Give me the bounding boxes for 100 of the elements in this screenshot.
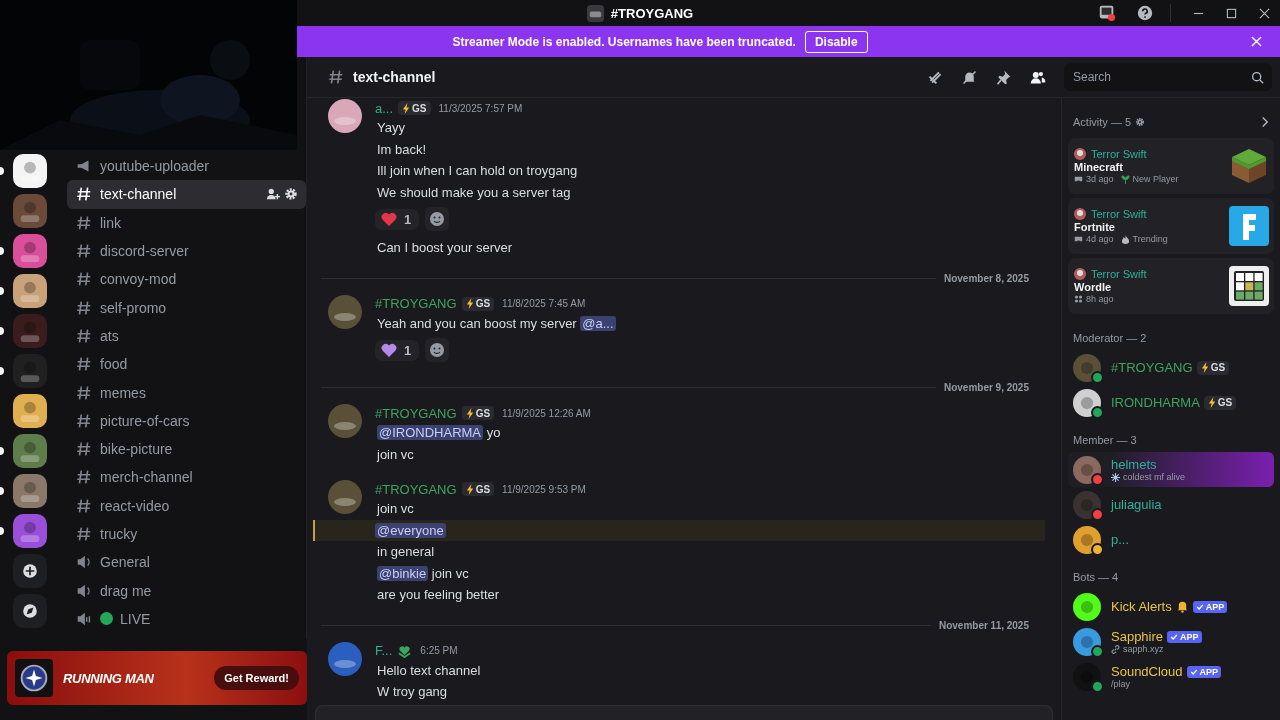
chevron-right-icon[interactable]	[1261, 116, 1269, 128]
reaction-pill[interactable]: 1	[375, 339, 420, 361]
channel-item[interactable]: react-video	[67, 491, 306, 520]
member-item[interactable]: SoundCloud APP /play	[1068, 659, 1274, 694]
invite-icon[interactable]	[266, 187, 280, 202]
author-name[interactable]: #TROYGANG	[375, 405, 457, 421]
add-reaction-icon[interactable]	[425, 207, 450, 231]
server-icon[interactable]	[13, 434, 47, 468]
user-name: Terror Swift	[1091, 268, 1147, 280]
channel-item[interactable]: bike-picture	[67, 434, 306, 464]
channel-item[interactable]: LIVE	[67, 604, 306, 634]
user-avatar	[328, 641, 362, 676]
user-avatar	[1074, 148, 1086, 160]
author-name[interactable]: a...	[375, 100, 394, 116]
server-icon[interactable]	[13, 514, 47, 548]
channel-item[interactable]: convoy-mod	[67, 265, 306, 294]
promo-title: RUNNING MAN	[63, 670, 155, 686]
user-avatar	[328, 294, 362, 329]
channel-item[interactable]: text-channel	[67, 180, 306, 209]
channel-item[interactable]: merch-channel	[67, 463, 306, 492]
reaction-count: 1	[404, 211, 412, 227]
server-icon[interactable]	[13, 474, 47, 508]
member-item[interactable]: IRONDHARMA GS	[1068, 385, 1274, 420]
add-reaction-icon[interactable]	[425, 338, 450, 362]
reaction-pill[interactable]: 1	[375, 208, 420, 230]
user-avatar	[328, 480, 362, 514]
app-tag: APP	[1192, 600, 1228, 613]
link-icon	[1111, 644, 1120, 654]
channel-item[interactable]: memes	[67, 378, 306, 407]
author-name[interactable]: F...	[375, 643, 393, 658]
activity-card[interactable]: Terror Swift Fortnite 4d ago Trending	[1068, 198, 1274, 254]
lightning-icon	[465, 407, 475, 419]
channel-item[interactable]: ats	[67, 321, 306, 351]
maximize-icon[interactable]	[1226, 7, 1237, 19]
channel-item[interactable]: youtube-uploader	[67, 152, 306, 181]
settings-icon[interactable]	[1135, 117, 1146, 127]
server-icon[interactable]	[13, 394, 47, 428]
lightning-icon	[465, 483, 475, 495]
search-field[interactable]: Search	[1064, 63, 1272, 91]
compass-icon[interactable]	[13, 594, 47, 628]
member-item[interactable]: Kick Alerts APP	[1068, 589, 1274, 624]
timestamp: 11/9/2025 9:53 PM	[502, 483, 586, 495]
message-text: are you feeling better	[377, 587, 500, 602]
channel-name: drag me	[100, 582, 153, 599]
get-reward-button[interactable]: Get Reward!	[214, 666, 299, 690]
server-icon[interactable]	[13, 234, 47, 268]
member-name: helmets	[1111, 457, 1157, 472]
inbox-icon[interactable]	[1098, 4, 1116, 22]
user-avatar	[1073, 388, 1101, 417]
close-icon[interactable]	[1259, 7, 1270, 19]
checkmark-icon	[1189, 667, 1198, 676]
gamepad-icon	[1074, 235, 1083, 243]
member-item[interactable]: Sapphire APP sapph.xyz	[1068, 624, 1274, 659]
author-name[interactable]: #TROYGANG	[375, 481, 457, 497]
channel-item[interactable]: drag me	[67, 576, 306, 605]
lightning-icon	[1200, 362, 1210, 373]
activity-time: 8h ago	[1086, 294, 1114, 304]
help-icon[interactable]	[1136, 4, 1154, 22]
add-server-icon[interactable]	[13, 554, 47, 588]
channel-item[interactable]: link	[67, 208, 306, 237]
member-name: #TROYGANG	[1111, 360, 1193, 375]
muted-bell-icon[interactable]	[961, 68, 978, 86]
member-item[interactable]: p...	[1068, 522, 1274, 557]
user-avatar	[1074, 268, 1086, 280]
user-avatar	[1073, 525, 1101, 554]
mention[interactable]: @IRONDHARMA	[377, 425, 484, 440]
channel-item[interactable]: General	[67, 548, 306, 577]
server-icon[interactable]	[13, 154, 47, 188]
member-item[interactable]: juliagulia	[1068, 487, 1274, 522]
member-subtitle: coldest mf alive	[1123, 472, 1186, 482]
mention[interactable]: @a...	[580, 315, 616, 331]
sprout-icon	[1120, 174, 1130, 184]
star-badge-icon	[15, 659, 53, 697]
message-text: Hello text channel	[377, 662, 481, 678]
member-item[interactable]: #TROYGANG GS	[1068, 350, 1274, 385]
channel-item[interactable]: self-promo	[67, 293, 306, 322]
server-icon[interactable]	[13, 274, 47, 308]
timestamp: 6:25 PM	[420, 645, 458, 656]
section-label: Member — 3	[1072, 434, 1138, 446]
channel-item[interactable]: picture-of-cars	[67, 406, 306, 435]
disable-button[interactable]: Disable	[804, 30, 868, 53]
activity-card[interactable]: Terror Swift Wordle 8h ago	[1068, 258, 1274, 314]
checkmark-icon	[1170, 632, 1179, 641]
member-item[interactable]: helmets coldest mf alive	[1068, 452, 1274, 487]
channel-name: self-promo	[100, 299, 168, 316]
game-tile-icon	[1229, 206, 1269, 246]
user-name: Terror Swift	[1091, 148, 1147, 160]
message-text: Yeah and you can boost my server	[377, 315, 578, 331]
activity-card[interactable]: Terror Swift Minecraft 3d ago New Player	[1068, 138, 1274, 194]
author-name[interactable]: #TROYGANG	[375, 296, 457, 311]
channel-item[interactable]: discord-server	[67, 236, 306, 266]
mention[interactable]: @everyone	[375, 522, 446, 538]
channel-name: trucky	[100, 526, 139, 542]
heart-hands-icon	[397, 643, 413, 658]
channel-item[interactable]: food	[67, 350, 306, 379]
channel-item[interactable]: trucky	[67, 519, 306, 549]
grid-icon	[1229, 266, 1269, 306]
timestamp: 11/9/2025 12:26 AM	[502, 407, 591, 419]
mention[interactable]: @binkie	[377, 565, 429, 581]
app-tag: APP	[1186, 665, 1222, 678]
